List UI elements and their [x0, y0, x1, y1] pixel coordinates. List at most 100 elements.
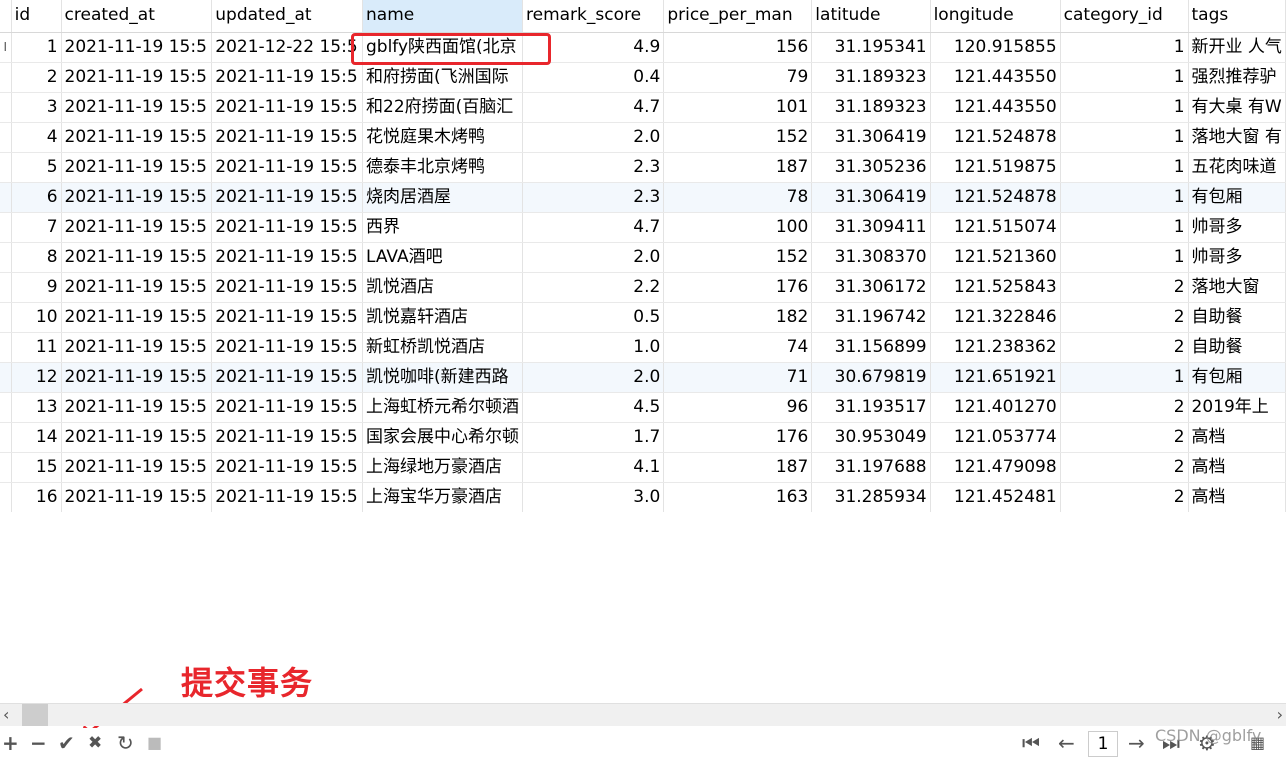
table-cell-tags[interactable]: 强烈推荐驴 [1188, 62, 1286, 93]
row-marker[interactable] [0, 152, 12, 183]
row-marker[interactable] [0, 272, 12, 303]
table-cell-category-id[interactable]: 1 [1060, 152, 1189, 183]
table-cell-updated-at[interactable]: 2021-11-19 15:5 [211, 332, 363, 363]
table-cell-tags[interactable]: 帅哥多 [1188, 242, 1286, 273]
table-row[interactable]: 15 2021-11-19 15:5 2021-11-19 15:5 上海绿地万豪酒店… [0, 452, 1286, 483]
table-cell-category-id[interactable]: 2 [1060, 482, 1189, 512]
table-cell-latitude[interactable]: 31.309411 [811, 212, 931, 243]
table-cell-category-id[interactable]: 2 [1060, 332, 1189, 363]
table-cell-created-at[interactable]: 2021-11-19 15:5 [61, 272, 213, 303]
table-row[interactable]: 11 2021-11-19 15:5 2021-11-19 15:5 新虹桥凯悦酒店 1… [0, 332, 1286, 363]
table-cell-id[interactable]: 11 [11, 332, 62, 363]
table-cell-name[interactable]: 上海宝华万豪酒店 [362, 482, 523, 512]
table-row[interactable]: 13 2021-11-19 15:5 2021-11-19 15:5 上海虹桥元希尔顿… [0, 392, 1286, 423]
table-cell-name[interactable]: 烧肉居酒屋 [362, 182, 523, 213]
table-cell-remark-score[interactable]: 4.7 [522, 212, 665, 243]
table-cell-category-id[interactable]: 2 [1060, 272, 1189, 303]
col-header-longitude[interactable]: longitude [930, 0, 1061, 33]
table-cell-category-id[interactable]: 2 [1060, 422, 1189, 453]
table-cell-name[interactable]: 凯悦咖啡(新建西路 [362, 362, 523, 393]
table-cell-name[interactable]: 和22府捞面(百脑汇 [362, 92, 523, 123]
table-cell-latitude[interactable]: 31.189323 [811, 62, 931, 93]
table-cell-updated-at[interactable]: 2021-11-19 15:5 [211, 482, 363, 512]
table-cell-created-at[interactable]: 2021-11-19 15:5 [61, 92, 213, 123]
table-cell-latitude[interactable]: 31.306172 [811, 272, 931, 303]
scroll-left-icon[interactable]: ‹ [3, 705, 9, 724]
table-cell-latitude[interactable]: 30.679819 [811, 362, 931, 393]
row-marker[interactable] [0, 242, 12, 273]
next-page-icon[interactable]: → [1128, 730, 1145, 756]
table-cell-name[interactable]: 德泰丰北京烤鸭 [362, 152, 523, 183]
table-cell-remark-score[interactable]: 4.1 [522, 452, 665, 483]
table-cell-created-at[interactable]: 2021-11-19 15:5 [61, 362, 213, 393]
table-cell-longitude[interactable]: 121.238362 [930, 332, 1061, 363]
table-cell-latitude[interactable]: 30.953049 [811, 422, 931, 453]
table-cell-updated-at[interactable]: 2021-11-19 15:5 [211, 122, 363, 153]
table-cell-created-at[interactable]: 2021-11-19 15:5 [61, 32, 213, 63]
col-header-remark-score[interactable]: remark_score [522, 0, 665, 33]
table-cell-category-id[interactable]: 1 [1060, 362, 1189, 393]
table-cell-updated-at[interactable]: 2021-11-19 15:5 [211, 152, 363, 183]
table-cell-longitude[interactable]: 120.915855 [930, 32, 1061, 63]
table-cell-price-per-man[interactable]: 187 [663, 152, 813, 183]
table-cell-name[interactable]: 和府捞面(飞洲国际 [362, 62, 523, 93]
table-cell-remark-score[interactable]: 1.7 [522, 422, 665, 453]
table-cell-latitude[interactable]: 31.156899 [811, 332, 931, 363]
scroll-right-icon[interactable]: › [1277, 705, 1283, 724]
table-cell-tags[interactable]: 自助餐 [1188, 302, 1286, 333]
table-cell-price-per-man[interactable]: 101 [663, 92, 813, 123]
table-cell-created-at[interactable]: 2021-11-19 15:5 [61, 452, 213, 483]
table-cell-tags[interactable]: 高档 [1188, 452, 1286, 483]
table-cell-category-id[interactable]: 2 [1060, 302, 1189, 333]
col-header-latitude[interactable]: latitude [811, 0, 931, 33]
table-cell-category-id[interactable]: 1 [1060, 62, 1189, 93]
row-marker[interactable]: I [0, 32, 12, 63]
table-cell-longitude[interactable]: 121.443550 [930, 62, 1061, 93]
page-number-field[interactable]: 1 [1088, 731, 1118, 757]
table-cell-id[interactable]: 9 [11, 272, 62, 303]
delete-row-icon[interactable]: − [30, 730, 47, 756]
table-cell-tags[interactable]: 有包厢 [1188, 362, 1286, 393]
add-row-icon[interactable]: + [2, 730, 19, 756]
table-row[interactable]: 14 2021-11-19 15:5 2021-11-19 15:5 国家会展中心希尔… [0, 422, 1286, 453]
table-cell-price-per-man[interactable]: 71 [663, 362, 813, 393]
table-cell-id[interactable]: 13 [11, 392, 62, 423]
table-cell-id[interactable]: 16 [11, 482, 62, 512]
table-cell-tags[interactable]: 落地大窗 有 [1188, 122, 1286, 153]
table-cell-remark-score[interactable]: 3.0 [522, 482, 665, 512]
table-cell-name[interactable]: 花悦庭果木烤鸭 [362, 122, 523, 153]
horizontal-scrollbar[interactable]: ‹ › [0, 703, 1286, 726]
table-cell-id[interactable]: 6 [11, 182, 62, 213]
table-cell-remark-score[interactable]: 2.2 [522, 272, 665, 303]
table-cell-id[interactable]: 10 [11, 302, 62, 333]
table-cell-created-at[interactable]: 2021-11-19 15:5 [61, 212, 213, 243]
table-cell-name[interactable]: 新虹桥凯悦酒店 [362, 332, 523, 363]
table-cell-price-per-man[interactable]: 163 [663, 482, 813, 512]
table-cell-category-id[interactable]: 2 [1060, 452, 1189, 483]
table-cell-latitude[interactable]: 31.305236 [811, 152, 931, 183]
stop-icon[interactable]: ■ [147, 730, 162, 756]
table-cell-name[interactable]: 西界 [362, 212, 523, 243]
table-cell-remark-score[interactable]: 2.0 [522, 122, 665, 153]
table-cell-id[interactable]: 8 [11, 242, 62, 273]
row-marker[interactable] [0, 362, 12, 393]
table-cell-updated-at[interactable]: 2021-11-19 15:5 [211, 392, 363, 423]
table-row[interactable]: I 1 2021-11-19 15:5 2021-12-22 15:5 gblfy陕西面… [0, 32, 1286, 63]
table-row[interactable]: 2 2021-11-19 15:5 2021-11-19 15:5 和府捞面(飞洲国际… [0, 62, 1286, 93]
table-cell-category-id[interactable]: 2 [1060, 392, 1189, 423]
col-header-updated-at[interactable]: updated_at [211, 0, 363, 33]
table-cell-tags[interactable]: 有包厢 [1188, 182, 1286, 213]
table-cell-remark-score[interactable]: 2.3 [522, 182, 665, 213]
table-row[interactable]: 7 2021-11-19 15:5 2021-11-19 15:5 西界 4.7 100 3… [0, 212, 1286, 243]
table-row[interactable]: 12 2021-11-19 15:5 2021-11-19 15:5 凯悦咖啡(新建西… [0, 362, 1286, 393]
table-cell-created-at[interactable]: 2021-11-19 15:5 [61, 482, 213, 512]
scroll-thumb[interactable] [22, 704, 48, 726]
table-cell-created-at[interactable]: 2021-11-19 15:5 [61, 152, 213, 183]
table-cell-created-at[interactable]: 2021-11-19 15:5 [61, 392, 213, 423]
table-cell-updated-at[interactable]: 2021-11-19 15:5 [211, 242, 363, 273]
table-cell-tags[interactable]: 高档 [1188, 482, 1286, 512]
table-cell-id[interactable]: 15 [11, 452, 62, 483]
table-cell-id[interactable]: 5 [11, 152, 62, 183]
table-cell-category-id[interactable]: 1 [1060, 92, 1189, 123]
row-marker[interactable] [0, 212, 12, 243]
